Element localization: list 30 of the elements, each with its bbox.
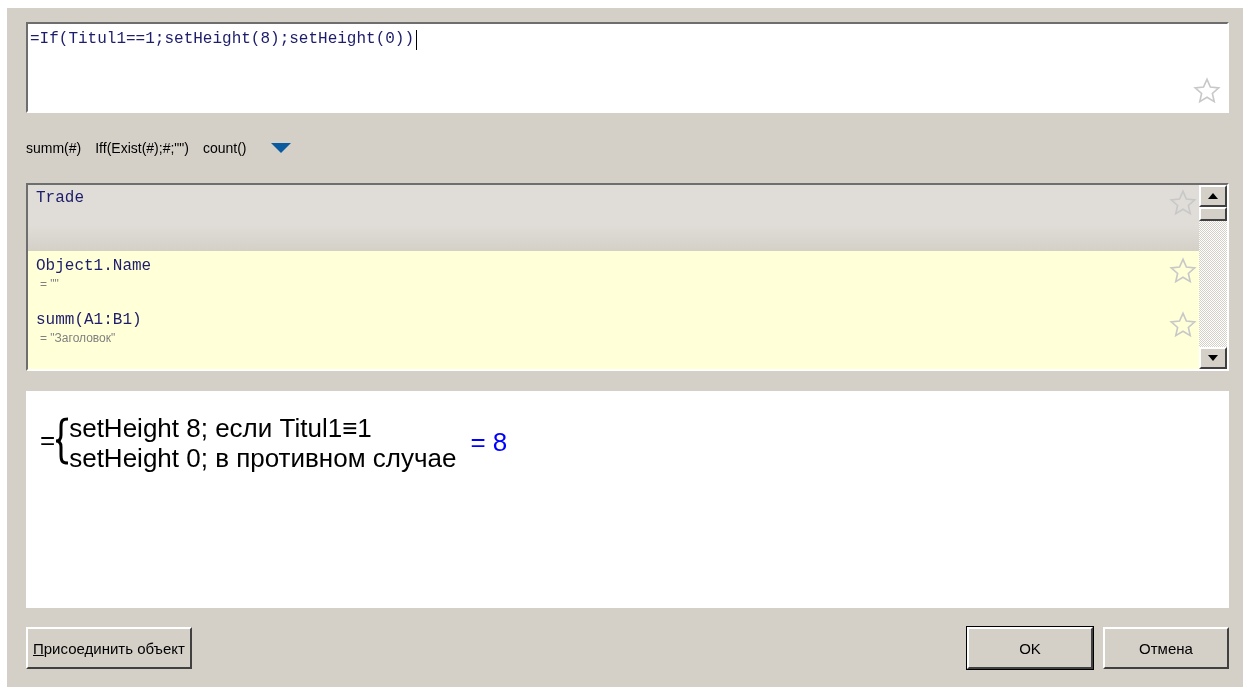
formula-field[interactable]: =If(Titul1==1;setHeight(8);setHeight(0)) [26,22,1229,113]
expression-value: = "" [40,277,60,291]
expression-value: = "Заголовок" [40,331,117,345]
result-value: = 8 [470,427,508,458]
attach-object-button[interactable]: Присоединить объект [26,627,192,669]
curly-brace-icon [55,417,70,465]
formula-text: =If(Titul1==1;setHeight(8);setHeight(0)) [30,30,415,48]
formula-snippet[interactable]: summ(#) [26,140,82,156]
star-icon[interactable] [1169,257,1197,285]
expression-name[interactable]: summ(A1:B1) [36,311,142,329]
group-name: Trade [36,189,84,207]
scroll-thumb[interactable] [1199,207,1227,221]
ok-button[interactable]: OK [967,627,1093,669]
star-icon[interactable] [1169,189,1197,217]
expression-name[interactable]: Object1.Name [36,257,152,275]
star-icon[interactable] [1169,311,1197,339]
up-arrow-icon [1208,193,1218,199]
equals-sign: = [40,425,56,456]
scroll-down-button[interactable] [1199,347,1227,369]
case-line: setHeight 8; если Titul1≡1 [69,413,373,443]
case-line: setHeight 0; в противном случае [69,443,457,473]
scroll-up-button[interactable] [1199,185,1227,207]
star-icon[interactable] [1193,77,1221,105]
dropdown-caret-icon[interactable] [270,143,291,153]
formula-snippet[interactable]: count() [202,140,247,156]
formula-snippet[interactable]: Iff(Exist(#);#;"") [95,140,189,156]
down-arrow-icon [1208,355,1218,361]
scrollbar[interactable] [1199,185,1227,369]
group-row[interactable]: Trade [28,185,1199,251]
cancel-button[interactable]: Отмена [1103,627,1229,669]
